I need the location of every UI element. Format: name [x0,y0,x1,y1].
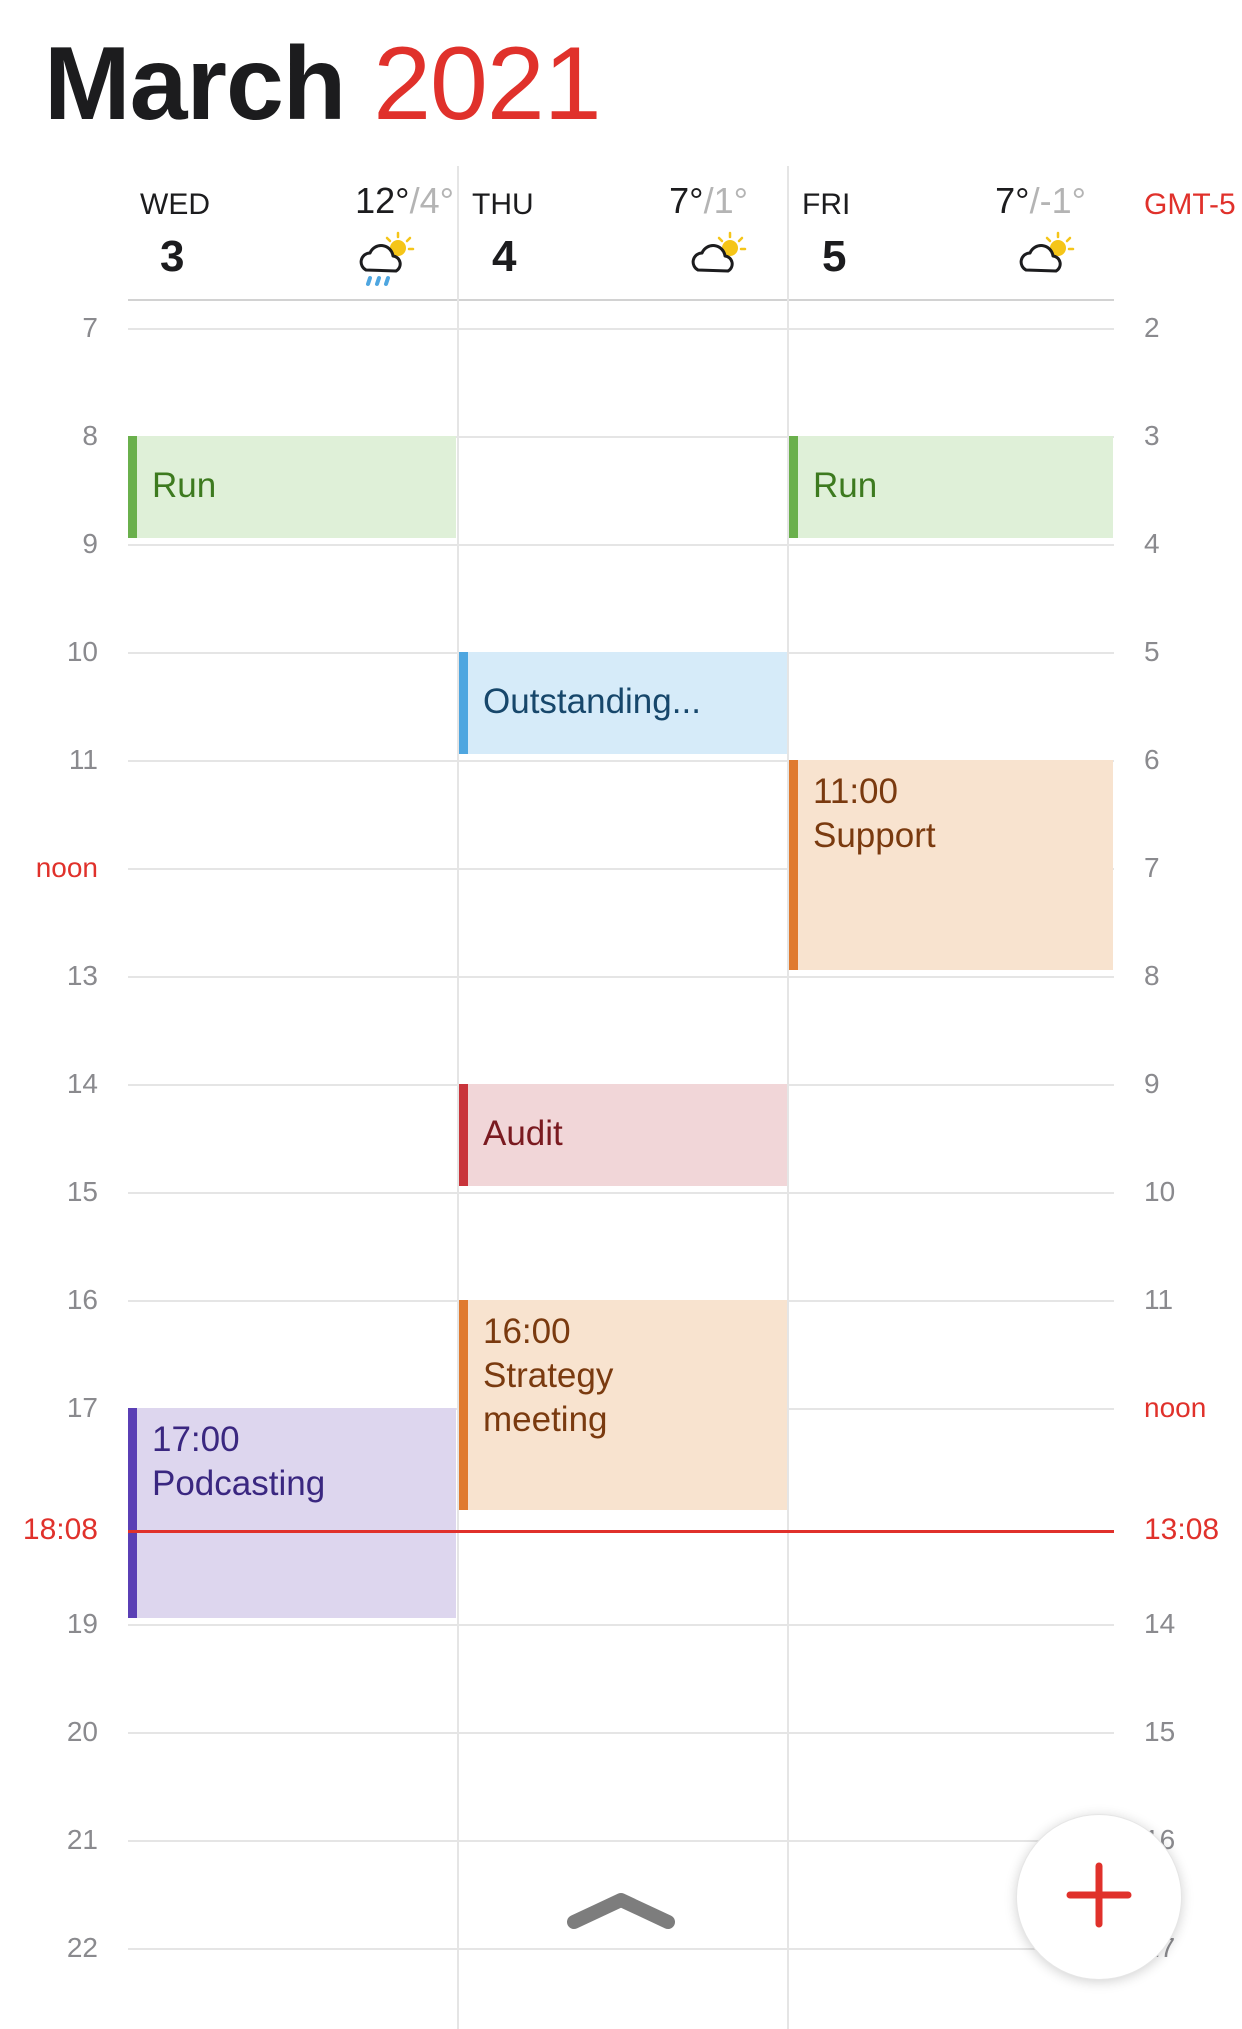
hour-label: 10 [66,636,98,667]
hour-label-secondary: 15 [1144,1716,1176,1747]
day-of-week: WED [140,188,210,221]
hour-gridline [128,328,1114,330]
hour-gridline [128,1948,1114,1950]
event-color-bar [128,1408,137,1618]
hour-gridline [128,1732,1114,1734]
month-name: March [44,26,346,142]
hour-gridline [128,544,1114,546]
event-color-bar [789,436,798,538]
event-title: Support [813,816,936,855]
hour-label: 21 [66,1824,98,1855]
hour-label-secondary: 7 [1144,852,1160,883]
partly-cloudy-icon [1014,230,1078,285]
event-color-bar [459,1084,468,1186]
event-podcasting[interactable]: 17:00 Podcasting [128,1408,456,1618]
hour-gridline [128,976,1114,978]
hour-label-secondary: 14 [1144,1608,1176,1639]
event-time: 16:00 [483,1312,571,1351]
day-of-week: FRI [802,188,851,221]
current-time-label: 18:08 [22,1513,98,1546]
temp-low: /4° [409,180,454,221]
event-run-fri[interactable]: Run [789,436,1113,538]
hour-label-secondary: 10 [1144,1176,1176,1207]
hour-label-secondary: 8 [1144,960,1160,991]
event-run-wed[interactable]: Run [128,436,456,538]
add-event-button[interactable] [1016,1814,1182,1980]
temp-high: 7° [995,180,1030,221]
hour-gridline [128,1192,1114,1194]
temp-low: /-1° [1029,180,1086,221]
hour-label: 14 [66,1068,98,1099]
day-number: 4 [492,232,517,281]
event-title: Audit [483,1114,563,1153]
hour-label: 9 [82,528,98,559]
month-title: March 2021 [44,22,602,147]
hour-label-secondary: noon [1144,1392,1207,1423]
hour-label: 15 [66,1176,98,1207]
plus-icon [1066,1862,1132,1933]
event-title: Strategy meeting [483,1356,614,1439]
hour-label: 19 [66,1608,98,1639]
hour-label: 17 [66,1392,98,1423]
hour-label-secondary: 2 [1144,312,1160,343]
temperature: 7°/-1° [995,180,1086,222]
event-color-bar [789,760,798,970]
hour-label: noon [35,852,98,883]
rain-cloud-sun-icon [354,230,418,297]
day-number: 3 [160,232,185,281]
hour-label: 13 [66,960,98,991]
hour-label-secondary: 11 [1144,1284,1174,1315]
temp-high: 12° [355,180,410,221]
hour-label: 22 [66,1932,98,1963]
temperature: 7°/1° [669,180,748,222]
current-time-line [128,1530,1114,1533]
day-header-fri[interactable]: FRI 5 7°/-1° [790,166,1116,296]
event-support[interactable]: 11:00 Support [789,760,1113,970]
hour-label-secondary: 9 [1144,1068,1160,1099]
event-color-bar [459,1300,468,1510]
hour-gridline [128,1624,1114,1626]
header-divider [128,299,1114,301]
hour-label: 16 [66,1284,98,1315]
hour-label: 20 [66,1716,98,1747]
temperature: 12°/4° [355,180,454,222]
event-audit[interactable]: Audit [459,1084,787,1186]
event-strategy-meeting[interactable]: 16:00 Strategy meeting [459,1300,787,1510]
day-number: 5 [822,232,847,281]
hour-label-secondary: 4 [1144,528,1160,559]
year: 2021 [373,26,601,142]
chevron-up-icon[interactable] [566,1888,676,1937]
event-color-bar [128,436,137,538]
event-title: Run [813,466,878,505]
hour-label-secondary: 5 [1144,636,1160,667]
hour-gridline [128,1840,1114,1842]
event-outstanding[interactable]: Outstanding... [459,652,787,754]
partly-cloudy-icon [686,230,750,285]
event-title: Outstanding... [483,682,701,721]
hour-label: 7 [82,312,98,343]
event-color-bar [459,652,468,754]
temp-low: /1° [703,180,748,221]
hour-label-secondary: 3 [1144,420,1160,451]
day-header-thu[interactable]: THU 4 7°/1° [460,166,788,296]
secondary-timezone-label[interactable]: GMT-5 [1144,188,1236,222]
day-of-week: THU [472,188,534,221]
hour-label: 8 [82,420,98,451]
hour-label-secondary: 6 [1144,744,1160,775]
day-header-wed[interactable]: WED 3 12°/4° [128,166,458,296]
hour-label: 11 [68,744,98,775]
event-time: 11:00 [813,772,898,811]
current-time-label-secondary: 13:08 [1144,1513,1220,1546]
event-time: 17:00 [152,1420,240,1459]
temp-high: 7° [669,180,704,221]
event-title: Podcasting [152,1464,326,1503]
event-title: Run [152,466,217,505]
